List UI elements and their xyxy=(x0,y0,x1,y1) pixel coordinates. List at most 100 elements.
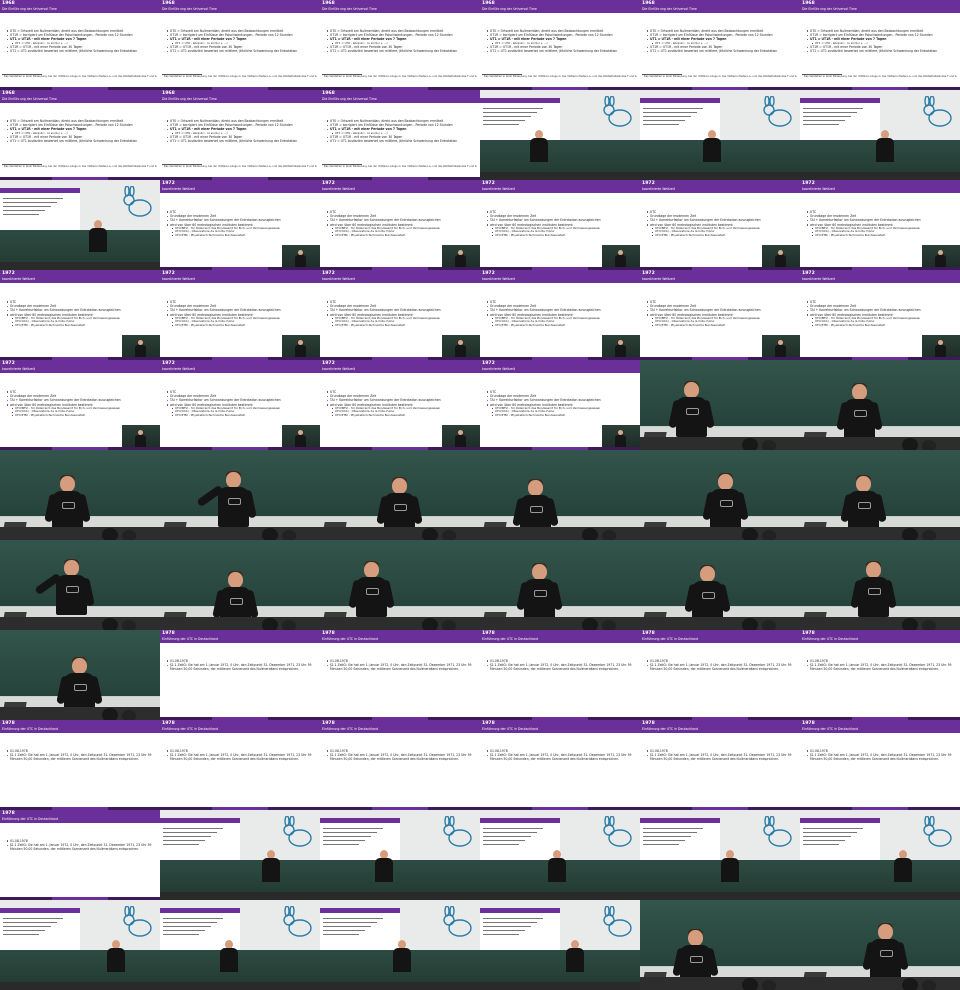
thumbnail[interactable] xyxy=(800,900,960,990)
slide-year: 1968 xyxy=(162,1,175,6)
thumbnail[interactable]: 1972 koordinierte Weltzeit UTC Grundlage de… xyxy=(640,180,800,270)
thumbnail[interactable]: 1978 Einführung der UTC in Deutschland 01.… xyxy=(640,720,800,810)
thumbnail[interactable]: 1972 koordinierte Weltzeit UTC Grundlage de… xyxy=(160,360,320,450)
thumbnail[interactable] xyxy=(800,810,960,900)
thumbnail[interactable] xyxy=(800,540,960,630)
thumbnail[interactable] xyxy=(640,810,800,900)
thumbnail[interactable]: 1968 Die Einführung der Universal Time UT0… xyxy=(320,90,480,180)
shirt-print xyxy=(74,684,87,691)
thumbnail[interactable] xyxy=(320,900,480,990)
thumbnail[interactable]: 1978 Einführung der UTC in Deutschland 01.… xyxy=(320,630,480,720)
slide-year: 1978 xyxy=(482,721,495,726)
thumbnail[interactable]: 1972 koordinierte Weltzeit UTC Grundlage de… xyxy=(800,180,960,270)
thumbnail[interactable] xyxy=(480,90,640,180)
projected-text-line xyxy=(163,844,199,845)
speaker-shirt xyxy=(876,138,894,162)
thumbnail[interactable] xyxy=(640,900,800,990)
audience-head xyxy=(742,978,758,990)
thumbnail[interactable]: 1968 Die Einführung der Universal Time UT0… xyxy=(160,90,320,180)
thumbnail[interactable]: 1968 Die Einführung der Universal Time UT0… xyxy=(320,0,480,90)
thumbnail[interactable] xyxy=(640,360,800,450)
thumbnail[interactable] xyxy=(480,540,640,630)
thumbnail[interactable]: 1978 Einführung der UTC in Deutschland 01.… xyxy=(160,630,320,720)
thumbnail[interactable]: 1978 Einführung der UTC in Deutschland 01.… xyxy=(320,720,480,810)
thumbnail[interactable]: 1972 koordinierte Weltzeit UTC Grundlage de… xyxy=(320,360,480,450)
thumbnail[interactable] xyxy=(160,540,320,630)
thumbnail[interactable]: 1968 Die Einführung der Universal Time UT0… xyxy=(640,0,800,90)
thumbnail[interactable] xyxy=(160,450,320,540)
slide-bullet-list: 01.08.1978 §2.1 ZeitG: Sie hat am 1. Janu… xyxy=(6,839,156,852)
thumbnail[interactable]: 1978 Einführung der UTC in Deutschland 01.… xyxy=(800,720,960,810)
slide-bullet-list: UTC Grundlage der modernen Zeit TAI + Korr… xyxy=(646,300,761,328)
thumbnail[interactable]: 1978 Einführung der UTC in Deutschland 01.… xyxy=(800,630,960,720)
speaker-shirt xyxy=(262,858,280,882)
thumbnail[interactable]: 1972 koordinierte Weltzeit UTC Grundlage de… xyxy=(0,360,160,450)
thumbnail[interactable] xyxy=(160,900,320,990)
slide-bullet-list: UT0 = Ortszeit am Nullmeridian, direkt a… xyxy=(166,119,297,144)
thumbnail[interactable]: 1978 Einführung der UTC in Deutschland 01.… xyxy=(480,720,640,810)
projected-text-line xyxy=(803,116,851,117)
thumbnail[interactable] xyxy=(160,810,320,900)
thumbnail[interactable] xyxy=(640,90,800,180)
lectern-desk xyxy=(160,617,320,630)
rabbit-logo-icon xyxy=(283,816,312,847)
thumbnail[interactable] xyxy=(800,450,960,540)
slide-subtitle: Einführung der UTC in Deutschland xyxy=(162,727,219,731)
thumbnail[interactable]: 1972 koordinierte Weltzeit UTC Grundlage de… xyxy=(160,180,320,270)
thumbnail[interactable] xyxy=(640,450,800,540)
thumbnail[interactable]: 1978 Einführung der UTC in Deutschland 01.… xyxy=(160,720,320,810)
thumbnail[interactable]: 1972 koordinierte Weltzeit UTC Grundlage de… xyxy=(640,270,800,360)
thumbnail[interactable] xyxy=(640,540,800,630)
thumbnail[interactable] xyxy=(480,810,640,900)
thumbnail[interactable] xyxy=(0,180,160,270)
speaker-head xyxy=(226,472,241,488)
thumbnail[interactable] xyxy=(480,450,640,540)
lectern-desk xyxy=(0,262,160,270)
thumbnail[interactable]: 1978 Einführung der UTC in Deutschland 01.… xyxy=(0,810,160,900)
speaker-body xyxy=(775,345,786,357)
slide-bullet-list: UTC Grundlage der modernen Zeit TAI + Korr… xyxy=(166,300,281,328)
slide-year: 1968 xyxy=(2,91,15,96)
thumbnail[interactable]: 1978 Einführung der UTC in Deutschland 01.… xyxy=(480,630,640,720)
shirt-print xyxy=(66,586,79,593)
thumbnail[interactable] xyxy=(320,450,480,540)
thumbnail[interactable]: 1972 koordinierte Weltzeit UTC Grundlage de… xyxy=(800,270,960,360)
thumbnail[interactable] xyxy=(800,360,960,450)
thumbnail[interactable]: 1968 Die Einführung der Universal Time UT0… xyxy=(0,0,160,90)
thumbnail[interactable] xyxy=(800,90,960,180)
audience-head xyxy=(262,528,278,540)
thumbnail[interactable] xyxy=(480,900,640,990)
slide-subtitle: Die Einführung der Universal Time xyxy=(2,7,57,11)
thumbnail[interactable]: 1968 Die Einführung der Universal Time UT0… xyxy=(480,0,640,90)
speaker-shirt xyxy=(375,858,393,882)
audience-head xyxy=(102,528,118,540)
thumbnail[interactable]: 1978 Einführung der UTC in Deutschland 01.… xyxy=(640,630,800,720)
thumbnail[interactable]: 1972 koordinierte Weltzeit UTC Grundlage de… xyxy=(480,180,640,270)
slide-bullet: §2.1 ZeitG: Sie hat am 1. Januar 1972, 0… xyxy=(326,753,476,761)
projected-slide-header xyxy=(800,818,880,823)
thumbnail[interactable]: 1972 koordinierte Weltzeit UTC Grundlage de… xyxy=(320,270,480,360)
thumbnail[interactable] xyxy=(0,630,160,720)
thumbnail[interactable] xyxy=(0,540,160,630)
thumbnail[interactable]: 1972 koordinierte Weltzeit UTC Grundlage de… xyxy=(320,180,480,270)
thumbnail[interactable] xyxy=(0,900,160,990)
slide-header: 1972 koordinierte Weltzeit xyxy=(640,180,800,193)
thumbnail[interactable] xyxy=(0,450,160,540)
thumbnail[interactable]: 1972 koordinierte Weltzeit UTC Grundlage de… xyxy=(480,270,640,360)
lectern-desk xyxy=(800,617,960,630)
slide-subtitle: Einführung der UTC in Deutschland xyxy=(322,637,379,641)
thumbnail[interactable]: 1968 Die Einführung der Universal Time UT0… xyxy=(160,0,320,90)
thumbnail[interactable]: 1968 Die Einführung der Universal Time UT0… xyxy=(0,90,160,180)
slide-subtitle: koordinierte Weltzeit xyxy=(322,277,356,281)
thumbnail[interactable]: 1978 Einführung der UTC in Deutschland 01.… xyxy=(0,720,160,810)
thumbnail[interactable]: 1972 koordinierte Weltzeit UTC Grundlage de… xyxy=(480,360,640,450)
projected-slide-header xyxy=(320,818,400,823)
thumbnail[interactable]: 1972 koordinierte Weltzeit UTC Grundlage de… xyxy=(0,270,160,360)
shirt-print xyxy=(230,598,243,605)
thumbnail[interactable]: 1968 Die Einführung der Universal Time UT0… xyxy=(800,0,960,90)
audience-head xyxy=(902,618,918,630)
thumbnail[interactable] xyxy=(320,540,480,630)
rabbit-logo-icon xyxy=(603,906,632,937)
thumbnail[interactable]: 1972 koordinierte Weltzeit UTC Grundlage de… xyxy=(160,270,320,360)
thumbnail[interactable] xyxy=(320,810,480,900)
